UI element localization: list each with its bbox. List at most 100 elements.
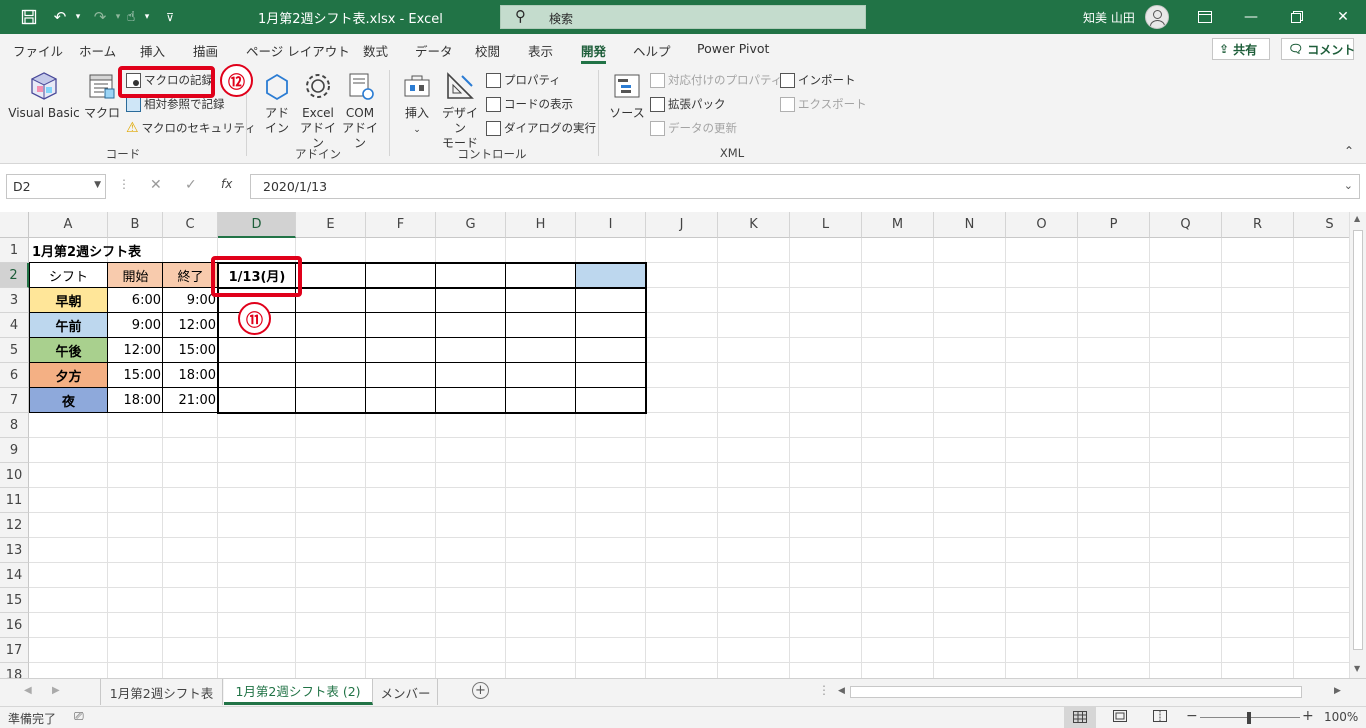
cell-shift-name-5[interactable]: 夜: [29, 388, 108, 413]
customize-qat-icon[interactable]: ⊽: [162, 6, 178, 28]
row-header-2[interactable]: 2: [0, 263, 29, 288]
design-mode-button[interactable]: デザイン モード: [438, 70, 482, 151]
tab-power-pivot[interactable]: Power Pivot: [697, 41, 769, 56]
addins-button[interactable]: アド イン: [258, 70, 296, 136]
properties-button[interactable]: プロパティ: [486, 70, 561, 90]
zoom-level[interactable]: 100%: [1324, 710, 1358, 724]
column-header-o[interactable]: O: [1006, 212, 1078, 238]
page-break-view-icon[interactable]: [1153, 710, 1167, 725]
row-header-17[interactable]: 17: [0, 638, 29, 663]
excel-addins-button[interactable]: Excel アドイン: [298, 70, 338, 151]
save-icon[interactable]: [16, 6, 42, 28]
cancel-icon[interactable]: ✕: [150, 177, 162, 193]
tab-view[interactable]: 表示: [528, 41, 553, 60]
com-addins-button[interactable]: COM アドイン: [340, 70, 380, 151]
column-header-q[interactable]: Q: [1150, 212, 1222, 238]
normal-view-button[interactable]: [1064, 707, 1096, 728]
macro-security-button[interactable]: ⚠ マクロのセキュリティ: [126, 118, 256, 138]
row-header-12[interactable]: 12: [0, 513, 29, 538]
cell-shift-end-4[interactable]: 18:00: [163, 363, 218, 388]
row-header-14[interactable]: 14: [0, 563, 29, 588]
column-header-j[interactable]: J: [646, 212, 718, 238]
cell-shift-start-4[interactable]: 15:00: [108, 363, 163, 388]
row-header-9[interactable]: 9: [0, 438, 29, 463]
xml-source-button[interactable]: ソース: [608, 70, 646, 121]
scroll-left-icon[interactable]: ◀: [838, 686, 845, 696]
undo-icon[interactable]: ↶: [48, 6, 72, 28]
collapse-ribbon-icon[interactable]: ⌃: [1344, 144, 1354, 158]
visual-basic-button[interactable]: Visual Basic: [8, 70, 80, 121]
insert-control-button[interactable]: 挿入 ⌄: [398, 70, 436, 138]
column-header-d[interactable]: D: [218, 212, 296, 238]
column-header-l[interactable]: L: [790, 212, 862, 238]
zoom-out-icon[interactable]: −: [1186, 708, 1198, 724]
cell-shift-end-1[interactable]: 9:00: [163, 288, 218, 313]
tab-draw[interactable]: 描画: [193, 41, 218, 60]
cell-shift-name-4[interactable]: 夕方: [29, 363, 108, 388]
page-layout-view-icon[interactable]: [1113, 710, 1127, 725]
row-header-13[interactable]: 13: [0, 538, 29, 563]
column-header-k[interactable]: K: [718, 212, 790, 238]
column-header-r[interactable]: R: [1222, 212, 1294, 238]
column-header-n[interactable]: N: [934, 212, 1006, 238]
cell-shift-start-1[interactable]: 6:00: [108, 288, 163, 313]
tab-page-layout[interactable]: ページ レイアウト: [246, 41, 350, 60]
tab-formulas[interactable]: 数式: [363, 41, 388, 60]
horizontal-scroll-thumb[interactable]: [850, 686, 1302, 698]
tab-review[interactable]: 校閲: [475, 41, 500, 60]
column-header-b[interactable]: B: [108, 212, 163, 238]
cell-i2[interactable]: [576, 263, 646, 288]
restore-button[interactable]: [1274, 0, 1320, 34]
row-header-18[interactable]: 18: [0, 663, 29, 678]
enter-icon[interactable]: ✓: [185, 177, 197, 193]
expand-formula-icon[interactable]: ⌄: [1344, 179, 1353, 192]
tab-data[interactable]: データ: [415, 41, 453, 60]
cell-shift-end-3[interactable]: 15:00: [163, 338, 218, 363]
share-button[interactable]: ⇪ 共有: [1212, 38, 1270, 60]
column-header-e[interactable]: E: [296, 212, 366, 238]
macros-button[interactable]: マクロ: [84, 70, 120, 121]
tab-help[interactable]: ヘルプ: [633, 41, 671, 60]
tab-developer[interactable]: 開発: [581, 41, 607, 64]
close-button[interactable]: ✕: [1320, 0, 1366, 34]
user-name[interactable]: 知美 山田: [1083, 9, 1135, 26]
formula-input[interactable]: 2020/1/13 ⌄: [250, 174, 1360, 199]
cell-shift-end-5[interactable]: 21:00: [163, 388, 218, 413]
column-header-a[interactable]: A: [29, 212, 108, 238]
scroll-up-icon[interactable]: ▲: [1354, 214, 1360, 223]
cell-shift-end-2[interactable]: 12:00: [163, 313, 218, 338]
scroll-right-icon[interactable]: ▶: [1334, 686, 1341, 696]
tab-file[interactable]: ファイル: [13, 41, 63, 60]
cell-c2-end-header[interactable]: 終了: [163, 263, 218, 288]
tab-split-handle-icon[interactable]: ⋮: [818, 683, 830, 697]
cell-shift-name-1[interactable]: 早朝: [29, 288, 108, 313]
cell-shift-start-5[interactable]: 18:00: [108, 388, 163, 413]
row-header-10[interactable]: 10: [0, 463, 29, 488]
cell-a2-shift-header[interactable]: シフト: [29, 263, 108, 288]
touch-mode-icon[interactable]: ☝: [122, 6, 140, 28]
column-header-i[interactable]: I: [576, 212, 646, 238]
zoom-in-icon[interactable]: +: [1302, 708, 1314, 724]
sheet-tab-members[interactable]: メンバー: [374, 679, 438, 705]
next-sheet-icon[interactable]: ▶: [52, 685, 60, 696]
column-header-p[interactable]: P: [1078, 212, 1150, 238]
row-header-1[interactable]: 1: [0, 238, 29, 263]
select-all-button[interactable]: [0, 212, 29, 238]
vertical-scrollbar[interactable]: ▲ ▼: [1349, 212, 1366, 678]
name-box[interactable]: D2 ▼: [6, 174, 106, 199]
column-header-f[interactable]: F: [366, 212, 436, 238]
column-header-c[interactable]: C: [163, 212, 218, 238]
row-header-5[interactable]: 5: [0, 338, 29, 363]
add-sheet-icon[interactable]: +: [472, 682, 489, 699]
tab-home[interactable]: ホーム: [79, 41, 116, 60]
row-header-3[interactable]: 3: [0, 288, 29, 313]
prev-sheet-icon[interactable]: ◀: [24, 685, 32, 696]
zoom-slider-thumb[interactable]: [1247, 712, 1251, 724]
row-header-15[interactable]: 15: [0, 588, 29, 613]
cell-a1-title[interactable]: 1月第2週シフト表: [29, 238, 229, 263]
cell-shift-name-3[interactable]: 午後: [29, 338, 108, 363]
macro-recording-icon[interactable]: ⎚: [74, 709, 84, 724]
avatar[interactable]: [1145, 5, 1169, 29]
row-header-7[interactable]: 7: [0, 388, 29, 413]
undo-dropdown-icon[interactable]: ▾: [72, 6, 84, 28]
